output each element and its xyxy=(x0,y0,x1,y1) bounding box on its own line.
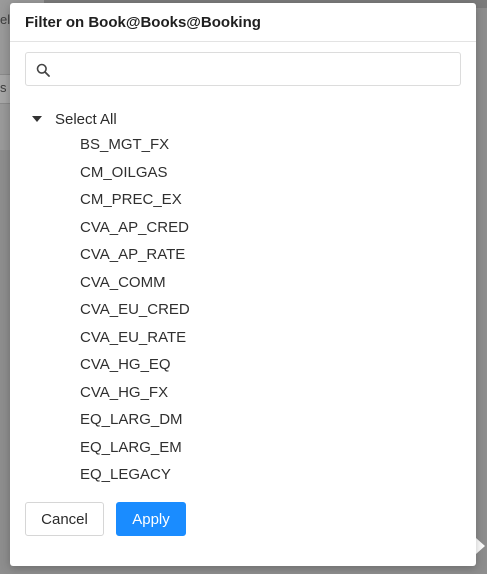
tree-item[interactable]: CM_PREC_EX xyxy=(25,186,461,214)
caret-down-icon[interactable] xyxy=(32,116,42,122)
tree-item[interactable]: CVA_HG_EQ xyxy=(25,351,461,379)
tree-item[interactable]: CM_OILGAS xyxy=(25,159,461,187)
tree-item[interactable]: CVA_EU_RATE xyxy=(25,324,461,352)
dialog-header: Filter on Book@Books@Booking xyxy=(10,3,476,42)
dialog-footer: Cancel Apply xyxy=(25,502,186,536)
tree-item[interactable]: EQ_LEGACY xyxy=(25,461,461,489)
filter-dialog: Filter on Book@Books@Booking Select All … xyxy=(10,3,476,566)
background-text-fragment: el xyxy=(0,12,10,27)
tree-item[interactable]: CVA_HG_FX xyxy=(25,379,461,407)
tree-item[interactable]: EQ_LARG_DM xyxy=(25,406,461,434)
tree-item[interactable]: CVA_EU_CRED xyxy=(25,296,461,324)
popover-pointer xyxy=(476,538,485,554)
search-box[interactable] xyxy=(25,52,461,87)
search-icon xyxy=(36,63,50,77)
tree-item[interactable]: CVA_COMM xyxy=(25,269,461,297)
tree-item[interactable]: EQ_LARG_EM xyxy=(25,434,461,462)
dialog-title: Filter on Book@Books@Booking xyxy=(25,14,261,31)
tree-node-select-all[interactable]: Select All xyxy=(25,107,461,131)
search-input[interactable] xyxy=(58,53,458,87)
tree-children: BS_MGT_FX CM_OILGAS CM_PREC_EX CVA_AP_CR… xyxy=(25,131,461,489)
tree-item[interactable]: CVA_AP_CRED xyxy=(25,214,461,242)
tree-item[interactable]: CVA_AP_RATE xyxy=(25,241,461,269)
cancel-button[interactable]: Cancel xyxy=(25,502,104,536)
select-all-label: Select All xyxy=(55,110,117,128)
filter-value-tree[interactable]: Select All BS_MGT_FX CM_OILGAS CM_PREC_E… xyxy=(25,107,461,493)
tree-item[interactable]: BS_MGT_FX xyxy=(25,131,461,159)
background-text-fragment: s xyxy=(0,80,7,95)
apply-button[interactable]: Apply xyxy=(116,502,186,536)
